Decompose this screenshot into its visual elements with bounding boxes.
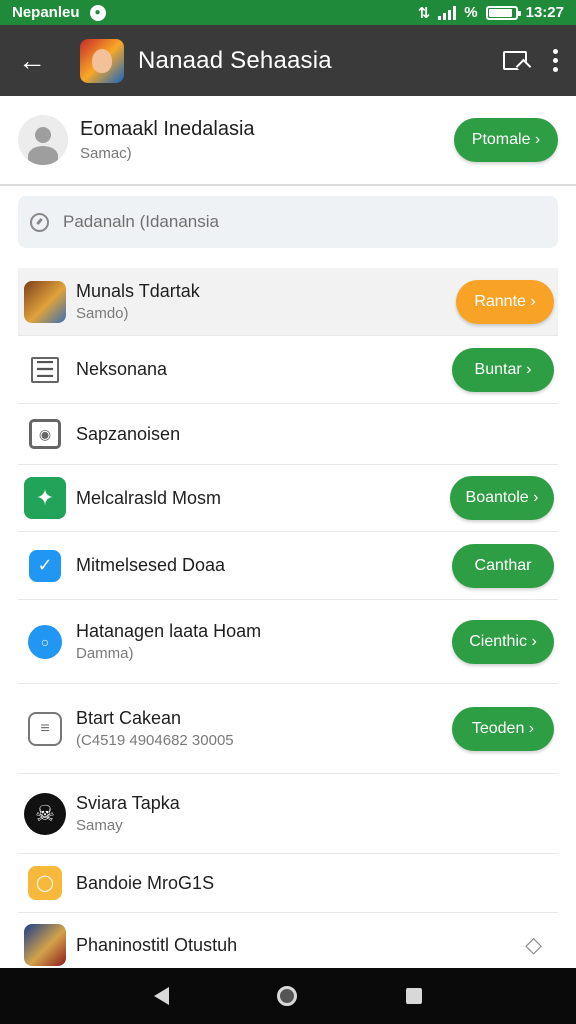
nav-back-icon[interactable] — [154, 987, 170, 1005]
item-label: Sviara Tapka — [76, 793, 180, 813]
more-vert-icon[interactable] — [553, 49, 558, 72]
item-action-button[interactable]: Teoden › — [452, 706, 554, 751]
clock: 13:27 — [525, 4, 564, 21]
list-item[interactable]: ≡ Btart Cakean (C4519 4904682 30005 Teod… — [18, 684, 558, 774]
item-action-button[interactable]: Rannte › — [456, 279, 554, 324]
signal-icon — [438, 5, 457, 20]
skull-icon: ☠ — [24, 792, 66, 835]
item-label: Munals Tdartak — [76, 281, 200, 301]
status-icons: ⇅ % 13:27 — [418, 4, 564, 22]
app-avatar — [80, 38, 124, 83]
camera-card-icon: ◉ — [29, 419, 61, 449]
game-hero-icon — [24, 280, 66, 323]
list-item[interactable]: ◉ Sapzanoisen — [18, 404, 558, 464]
item-subtitle: Samay — [76, 817, 123, 834]
promote-button[interactable]: Ptomale › — [454, 118, 558, 162]
list-item[interactable]: ✦ Melcalrasld Mosm Boantole › — [18, 464, 558, 532]
profile-header: Eomaakl Inedalasia Samac) Ptomale › — [0, 96, 576, 186]
item-subtitle: Damma) — [76, 645, 134, 662]
system-nav-bar — [0, 968, 576, 1024]
list-item[interactable]: ✓ Mitmelsesed Doaa Canthar — [18, 532, 558, 600]
yellow-bulb-icon: ◯ — [28, 866, 62, 900]
item-label: Phaninostitl Otustuh — [76, 934, 238, 955]
green-app-icon: ✦ — [24, 477, 66, 519]
search-placeholder: Padanaln (Idanansia — [63, 212, 219, 231]
notification-icon: ● — [89, 4, 106, 21]
item-list: Munals Tdartak Samdo) Rannte › ☰ Neksona… — [18, 268, 558, 978]
carrier-name: Nepanleu — [12, 4, 80, 21]
item-subtitle: (C4519 4904682 30005 — [76, 732, 234, 749]
cast-icon[interactable] — [503, 51, 527, 70]
item-label: Hatanagen laata Hoam — [76, 621, 262, 641]
item-label: Mitmelsesed Doaa — [76, 555, 226, 575]
table-grid-icon: ☰ — [31, 356, 59, 383]
item-action-button[interactable]: Buntar › — [452, 347, 554, 392]
chat-list-icon: ≡ — [28, 711, 62, 746]
nav-home-icon[interactable] — [277, 986, 298, 1006]
list-item[interactable]: ☰ Neksonana Buntar › — [18, 336, 558, 404]
item-label: Sapzanoisen — [76, 423, 181, 444]
item-label: Melcalrasld Mosm — [76, 487, 222, 508]
search-icon — [30, 212, 49, 232]
back-arrow-icon[interactable]: ← — [18, 45, 54, 77]
list-item[interactable]: ○ Hatanagen laata Hoam Damma) Cienthic › — [18, 600, 558, 684]
list-item[interactable]: Munals Tdartak Samdo) Rannte › — [18, 268, 558, 336]
location-pin-icon: ○ — [28, 624, 62, 659]
item-label: Bandoie MroG1S — [76, 872, 215, 893]
item-subtitle: Samdo) — [76, 305, 129, 322]
page-title: Nanaad Sehaasia — [138, 46, 332, 74]
item-label: Neksonana — [76, 359, 168, 379]
app-bar: ← Nanaad Sehaasia — [0, 25, 576, 96]
blue-check-icon: ✓ — [29, 549, 61, 582]
list-item[interactable]: ◯ Bandoie MroG1S — [18, 854, 558, 912]
list-item[interactable]: ☠ Sviara Tapka Samay — [18, 774, 558, 854]
battery-icon — [485, 5, 521, 20]
wifi-icon: ⇅ — [417, 4, 431, 22]
status-bar: Nepanleu ● ⇅ % 13:27 — [0, 0, 576, 25]
item-action-button[interactable]: Canthar — [452, 543, 554, 588]
app-bar-actions — [503, 49, 558, 72]
profile-subtitle: Samac) — [80, 145, 132, 162]
game-portrait-icon — [24, 924, 66, 966]
profile-name: Eomaakl Inedalasia — [80, 118, 255, 140]
item-action-button[interactable]: Boantole › — [450, 476, 554, 520]
item-label: Btart Cakean — [76, 708, 182, 728]
nav-recents-icon[interactable] — [405, 988, 422, 1004]
search-bar[interactable]: Padanaln (Idanansia — [18, 196, 558, 248]
item-action-button[interactable]: Cienthic › — [452, 619, 554, 664]
chevron-icon[interactable]: ◇ — [525, 932, 542, 958]
avatar[interactable] — [18, 115, 68, 165]
battery-percent: % — [464, 4, 478, 21]
